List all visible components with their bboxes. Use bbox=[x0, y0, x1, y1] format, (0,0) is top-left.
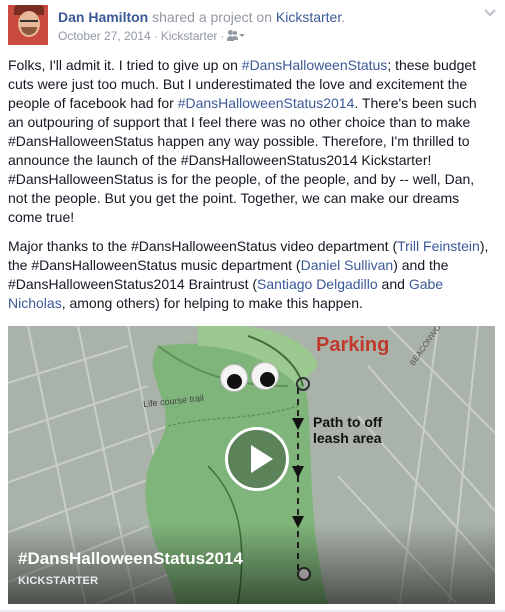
play-icon[interactable] bbox=[225, 427, 289, 491]
video-attachment[interactable]: Parking Path to off leash area Life cour… bbox=[8, 326, 495, 604]
author-name[interactable]: Dan Hamilton bbox=[58, 9, 148, 25]
post-verb: shared a project on bbox=[152, 9, 272, 25]
message-text: Major thanks to the #DansHalloweenStatus… bbox=[8, 238, 398, 254]
avatar-glasses bbox=[20, 20, 38, 26]
googly-eye-left bbox=[220, 364, 248, 392]
post-meta: October 27, 2014 · Kickstarter · bbox=[58, 29, 246, 44]
post-card: Dan Hamilton shared a project on Kicksta… bbox=[0, 0, 505, 612]
chevron-down-icon[interactable] bbox=[483, 8, 497, 18]
post-header: Dan Hamilton shared a project on Kicksta… bbox=[58, 9, 345, 26]
kickstarter-link[interactable]: Kickstarter bbox=[276, 9, 341, 25]
message-text: . There's been such an outpouring of sup… bbox=[8, 95, 477, 225]
header-period: . bbox=[341, 9, 346, 25]
meta-separator-2: · bbox=[220, 29, 225, 43]
post-source[interactable]: Kickstarter bbox=[161, 29, 218, 43]
googly-eye-right bbox=[251, 362, 279, 390]
avatar[interactable] bbox=[8, 5, 48, 45]
mention-link[interactable]: Daniel Sullivan bbox=[301, 257, 394, 273]
post-message-paragraph-2: Major thanks to the #DansHalloweenStatus… bbox=[8, 237, 494, 313]
meta-separator: · bbox=[153, 29, 158, 43]
map-label-parking: Parking bbox=[316, 334, 390, 356]
hashtag-link[interactable]: #DansHalloweenStatus bbox=[242, 57, 388, 73]
message-text: , among others) for helping to make this… bbox=[61, 295, 363, 311]
hashtag-link[interactable]: #DansHalloweenStatus2014 bbox=[178, 95, 355, 111]
video-source: KICKSTARTER bbox=[18, 575, 99, 587]
video-title[interactable]: #DansHalloweenStatus2014 bbox=[18, 548, 243, 570]
mention-link[interactable]: Santiago Delgadillo bbox=[257, 276, 378, 292]
message-text: and bbox=[377, 276, 409, 292]
mention-link[interactable]: Trill Feinstein bbox=[397, 238, 480, 254]
post-date[interactable]: October 27, 2014 bbox=[58, 29, 151, 43]
friends-icon[interactable] bbox=[227, 30, 246, 42]
map-label-path: Path to off leash area bbox=[313, 414, 383, 446]
message-text: Folks, I'll admit it. I tried to give up… bbox=[8, 57, 242, 73]
post-message-paragraph-1: Folks, I'll admit it. I tried to give up… bbox=[8, 56, 494, 227]
